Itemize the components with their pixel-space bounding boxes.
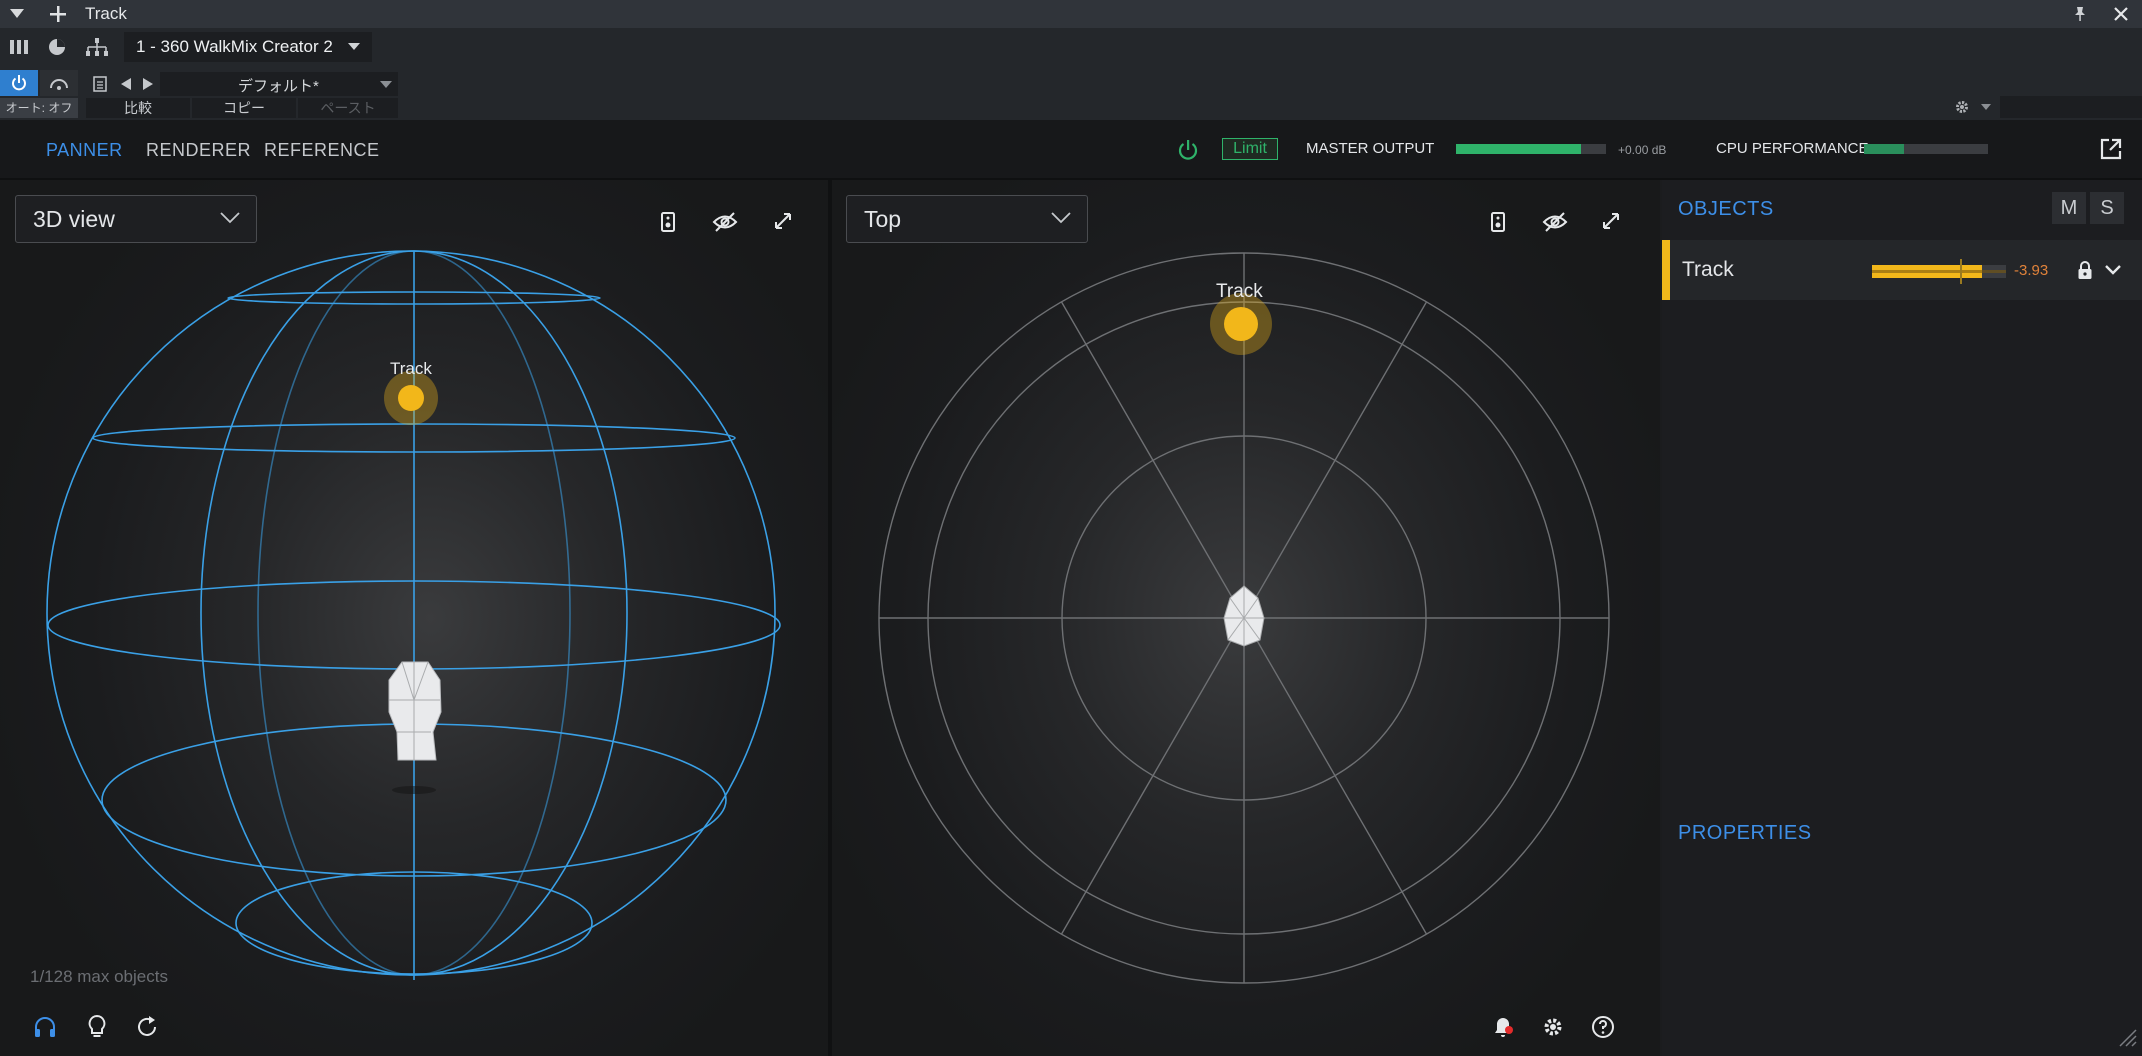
sphere-meridian-outer-left bbox=[46, 250, 412, 976]
popout-icon[interactable] bbox=[2096, 134, 2126, 164]
settings-gear-icon[interactable] bbox=[1950, 96, 1974, 118]
notification-icon[interactable] bbox=[1488, 1012, 1518, 1042]
reset-icon[interactable] bbox=[132, 1012, 162, 1042]
link-icon[interactable] bbox=[40, 70, 78, 96]
tab-reference[interactable]: REFERENCE bbox=[264, 140, 380, 161]
tab-panner[interactable]: PANNER bbox=[46, 140, 123, 161]
sphere-meridian-outer-right bbox=[410, 250, 776, 976]
host-side-field bbox=[2000, 96, 2142, 118]
prev-preset-icon[interactable] bbox=[116, 72, 136, 96]
power-icon[interactable] bbox=[1174, 136, 1202, 164]
object-level-meter[interactable] bbox=[1872, 259, 2006, 284]
preset-name: 1 - 360 WalkMix Creator 2 bbox=[136, 37, 333, 56]
cpu-meter-fill bbox=[1864, 144, 1904, 154]
object-level-bar bbox=[1872, 270, 2006, 273]
copy-label: コピー bbox=[223, 100, 265, 116]
lock-icon[interactable] bbox=[2074, 258, 2096, 282]
objects-panel: OBJECTS M S Track -3.93 PROPERTIES bbox=[1662, 180, 2142, 1056]
help-icon[interactable] bbox=[1588, 1012, 1618, 1042]
view-3d-panel[interactable]: 3D view Track 1/128 max objects bbox=[0, 180, 828, 1056]
next-preset-icon[interactable] bbox=[138, 72, 158, 96]
master-output-db: +0.00 dB bbox=[1618, 143, 1667, 157]
object-level-marker bbox=[1960, 259, 1962, 284]
plus-icon[interactable] bbox=[48, 4, 68, 24]
disc-icon[interactable] bbox=[44, 36, 70, 58]
settings-gear-icon[interactable] bbox=[1538, 1012, 1568, 1042]
mute-label: M bbox=[2060, 197, 2078, 219]
limit-toggle[interactable]: Limit bbox=[1222, 138, 1278, 160]
listener-head bbox=[388, 661, 442, 794]
limit-label: Limit bbox=[1233, 140, 1267, 157]
compare-label: 比較 bbox=[124, 100, 152, 116]
max-objects-label: 1/128 max objects bbox=[30, 967, 168, 986]
pin-icon[interactable] bbox=[2070, 5, 2090, 23]
preset-field[interactable]: デフォルト* bbox=[160, 72, 398, 96]
chevron-down-icon[interactable] bbox=[2102, 260, 2124, 280]
tab-renderer[interactable]: RENDERER bbox=[146, 140, 251, 161]
resize-grip[interactable] bbox=[2116, 1026, 2140, 1052]
chevron-down-icon bbox=[380, 81, 392, 88]
master-output-label: MASTER OUTPUT bbox=[1306, 140, 1435, 157]
paste-button[interactable]: ペースト bbox=[298, 98, 398, 118]
objects-title: OBJECTS bbox=[1678, 198, 1774, 220]
preset-field-value: デフォルト* bbox=[238, 78, 319, 95]
chevron-down-icon bbox=[348, 43, 360, 50]
close-icon[interactable] bbox=[2110, 4, 2132, 24]
sphere-grid bbox=[46, 250, 781, 980]
mute-all-button[interactable]: M bbox=[2052, 192, 2086, 224]
bypass-icon[interactable] bbox=[0, 70, 38, 96]
paste-label: ペースト bbox=[320, 100, 376, 116]
master-output-meter-fill bbox=[1456, 144, 1581, 154]
object-marker-track[interactable] bbox=[384, 371, 438, 425]
solo-label: S bbox=[2100, 197, 2114, 219]
object-label-top: Track bbox=[1216, 281, 1263, 302]
routing-icon[interactable] bbox=[82, 36, 112, 58]
object-name: Track bbox=[1682, 258, 1734, 281]
cpu-performance-label: CPU PERFORMANCE bbox=[1716, 140, 1869, 157]
menu-arrow-icon[interactable] bbox=[8, 6, 26, 22]
cpu-meter bbox=[1864, 144, 1988, 154]
auto-mode-label[interactable]: オート: オフ bbox=[0, 98, 78, 118]
headphones-icon[interactable] bbox=[30, 1012, 60, 1042]
host-title-bar: Track bbox=[0, 0, 2142, 29]
view-top-panel[interactable]: Top Track bbox=[832, 180, 1660, 1056]
top-view-grid bbox=[878, 252, 1610, 984]
host-title: Track bbox=[85, 4, 127, 23]
object-color-strip bbox=[1662, 240, 1670, 300]
master-output-meter bbox=[1456, 144, 1606, 154]
copy-button[interactable]: コピー bbox=[192, 98, 296, 118]
solo-all-button[interactable]: S bbox=[2090, 192, 2124, 224]
object-label-3d: Track bbox=[390, 359, 432, 378]
object-level-db: -3.93 bbox=[2014, 262, 2049, 279]
compare-button[interactable]: 比較 bbox=[86, 98, 190, 118]
preset-file-icon[interactable] bbox=[86, 72, 114, 96]
chevron-down-icon[interactable] bbox=[1978, 98, 1994, 116]
properties-title: PROPERTIES bbox=[1678, 822, 1812, 844]
mixer-icon[interactable] bbox=[6, 36, 32, 58]
preset-selector[interactable]: 1 - 360 WalkMix Creator 2 bbox=[124, 32, 372, 62]
host-toolbar: 1 - 360 WalkMix Creator 2 オート: オフ デフォルト*… bbox=[0, 28, 2142, 120]
lightbulb-icon[interactable] bbox=[82, 1012, 112, 1042]
object-row[interactable]: Track -3.93 bbox=[1662, 240, 2142, 300]
